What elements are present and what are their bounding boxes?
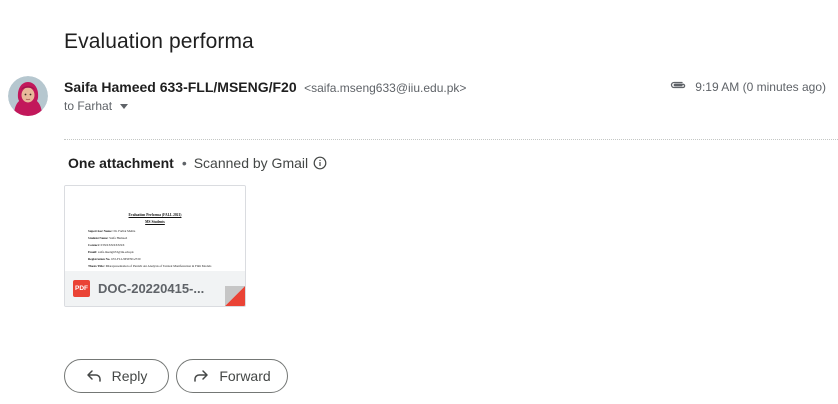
preview-line: Supervisor Name: Dr. Farhat Mehta — [88, 229, 136, 233]
attachment-preview: Evaluation Performa (FALL 2021) MS Stude… — [65, 186, 245, 272]
attachment-card[interactable]: Evaluation Performa (FALL 2021) MS Stude… — [64, 185, 246, 307]
header-divider — [64, 139, 838, 140]
paperclip-icon — [669, 79, 687, 94]
attachments-header: One attachment • Scanned by Gmail — [68, 155, 327, 171]
info-icon[interactable] — [313, 156, 327, 170]
attachment-count: One attachment — [68, 155, 174, 171]
preview-line: Email: saifa.mseng633@iiu.edu.pk — [88, 250, 134, 254]
sender-line: Saifa Hameed 633-FLL/MSENG/F20 <saifa.ms… — [64, 79, 466, 97]
preview-line: Contact: 03XXXXXXXXX — [88, 243, 125, 247]
attachment-filename: DOC-20220415-... — [98, 281, 205, 296]
sender-email: <saifa.mseng633@iiu.edu.pk> — [304, 81, 467, 95]
email-subject: Evaluation performa — [64, 30, 254, 53]
email-meta: 9:19 AM (0 minutes ago) — [669, 79, 826, 94]
pdf-icon: PDF — [73, 280, 90, 297]
preview-line: Registration No. 633-FLL/MSENG/F20 — [88, 257, 141, 261]
avatar-image — [8, 76, 48, 116]
reply-button[interactable]: Reply — [64, 359, 169, 393]
preview-line: Thesis Title: Misrepresentation of Punis… — [88, 264, 212, 268]
reply-arrow-icon — [86, 369, 102, 383]
email-time: 9:19 AM (0 minutes ago) — [695, 79, 826, 94]
email-view: Evaluation performa Saifa Hameed 633-FLL… — [0, 0, 838, 404]
preview-title: Evaluation Performa (FALL 2021) — [128, 213, 182, 217]
reply-label: Reply — [111, 368, 148, 384]
separator-dot: • — [181, 155, 187, 171]
preview-subtitle: MS Students — [145, 220, 165, 224]
recipient-label: to Farhat — [64, 99, 113, 113]
sender-avatar[interactable] — [8, 76, 48, 116]
scanned-label: Scanned by Gmail — [193, 155, 309, 171]
recipient-line[interactable]: to Farhat — [64, 99, 129, 113]
preview-line: Student Name: Saifa Hameed — [88, 236, 128, 240]
forward-label: Forward — [219, 368, 271, 384]
caret-down-icon[interactable] — [120, 104, 129, 109]
page-fold-icon — [225, 286, 245, 306]
forward-button[interactable]: Forward — [176, 359, 288, 393]
forward-arrow-icon — [193, 369, 209, 383]
sender-name[interactable]: Saifa Hameed 633-FLL/MSENG/F20 — [64, 79, 297, 95]
